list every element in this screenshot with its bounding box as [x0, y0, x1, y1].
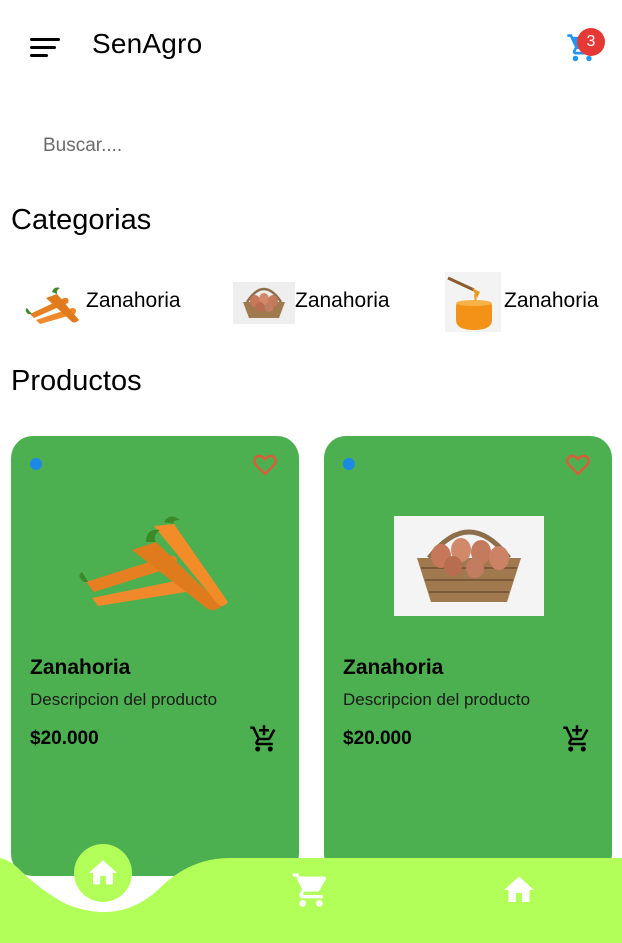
category-label: Zanahoria [295, 289, 390, 312]
app-bar: SenAgro 3 [0, 0, 622, 92]
honey-jar-image [445, 272, 501, 332]
egg-basket-image [394, 516, 544, 616]
product-description: Descripcion del producto [343, 690, 531, 709]
heart-outline-icon[interactable] [251, 450, 279, 478]
app-title: SenAgro [92, 28, 203, 59]
home-icon [88, 860, 118, 885]
category-label: Zanahoria [504, 289, 599, 312]
product-name: Zanahoria [343, 656, 444, 679]
product-card[interactable]: Zanahoria Descripcion del producto $20.0… [324, 436, 612, 876]
bottom-nav [0, 838, 622, 943]
nav-home-button[interactable] [74, 844, 132, 902]
status-dot [343, 458, 355, 470]
add-to-cart-icon[interactable] [249, 724, 279, 754]
home-icon [504, 876, 534, 902]
heart-outline-icon[interactable] [564, 450, 592, 478]
cart-icon [292, 873, 327, 907]
category-label: Zanahoria [86, 289, 181, 312]
add-to-cart-icon[interactable] [562, 724, 592, 754]
categories-heading: Categorias [11, 204, 152, 236]
carrots-image [25, 287, 79, 324]
nav-home-button-2[interactable] [497, 870, 541, 910]
product-card[interactable]: Zanahoria Descripcion del producto $20.0… [11, 436, 299, 876]
nav-cart-button[interactable] [289, 870, 333, 910]
category-item[interactable]: Zanahoria [24, 268, 181, 334]
product-price: $20.000 [343, 728, 412, 749]
category-item[interactable]: Zanahoria [442, 268, 599, 334]
product-name: Zanahoria [30, 656, 131, 679]
products-heading: Productos [11, 365, 142, 397]
product-price: $20.000 [30, 728, 99, 749]
status-dot [30, 458, 42, 470]
cart-count-badge: 3 [577, 28, 605, 56]
category-item[interactable]: Zanahoria [233, 268, 390, 334]
menu-icon[interactable] [30, 30, 68, 64]
egg-basket-image [233, 282, 295, 324]
search-input[interactable] [28, 118, 594, 174]
carrots-image [79, 516, 228, 610]
product-description: Descripcion del producto [30, 690, 218, 709]
